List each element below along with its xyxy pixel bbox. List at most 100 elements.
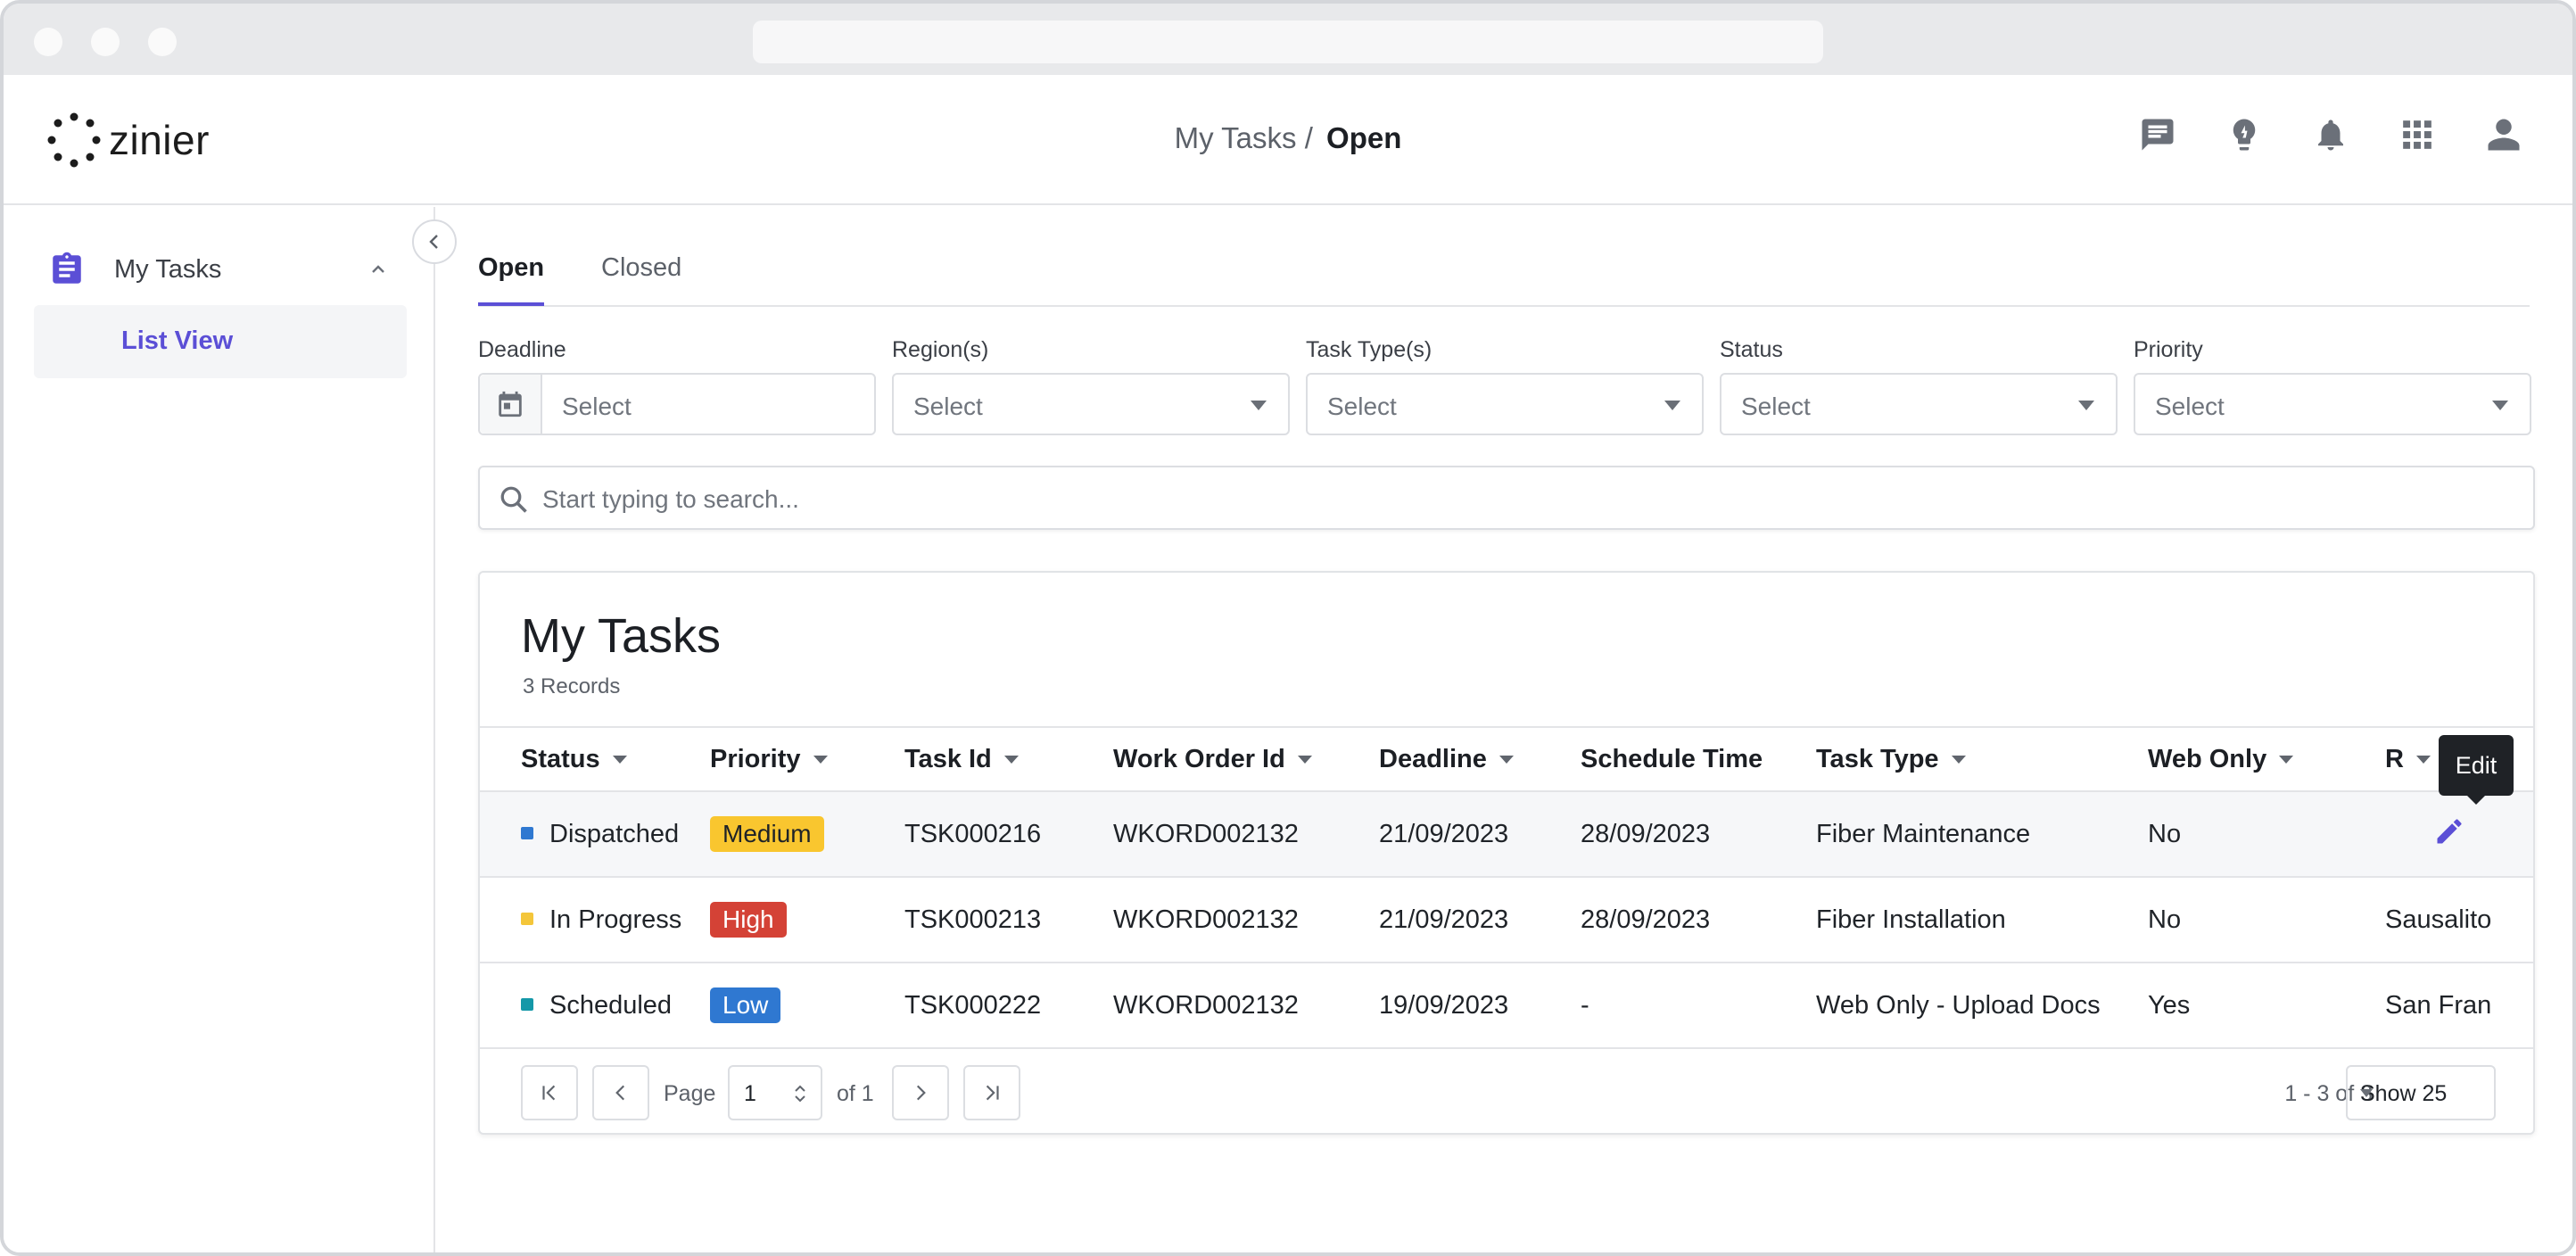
- status-cell: In Progress: [480, 877, 710, 963]
- chevron-up-icon[interactable]: [367, 259, 389, 280]
- work-order-id-cell: WKORD002132: [1113, 905, 1299, 934]
- task-id-cell: TSK000213: [904, 905, 1042, 934]
- app-header: zinier My Tasks / Open: [4, 75, 2572, 205]
- lightbulb-icon[interactable]: [2225, 114, 2263, 155]
- bell-icon[interactable]: [2312, 114, 2349, 155]
- task-type-cell: Fiber Maintenance: [1816, 819, 2031, 848]
- column-header-task-id[interactable]: Task Id: [904, 727, 1113, 791]
- search-input[interactable]: Start typing to search...: [478, 466, 2535, 530]
- address-bar[interactable]: [753, 21, 1823, 63]
- sort-caret-icon[interactable]: [1297, 756, 1312, 764]
- search-placeholder: Start typing to search...: [542, 485, 799, 513]
- priority-cell: Low: [710, 963, 904, 1048]
- regions-select[interactable]: Select: [892, 373, 1290, 435]
- filter-task-types: Task Type(s) Select: [1306, 337, 1704, 435]
- column-header-priority[interactable]: Priority: [710, 727, 904, 791]
- sort-caret-icon[interactable]: [813, 756, 828, 764]
- breadcrumb-current: Open: [1326, 121, 1402, 154]
- header-icon-group: [2139, 114, 2522, 155]
- calendar-icon[interactable]: [480, 375, 542, 434]
- sidebar-group-label: My Tasks: [114, 254, 222, 284]
- previous-page-button[interactable]: [592, 1065, 649, 1120]
- region-cell: Sausalito: [2385, 905, 2492, 934]
- filter-priority: Priority Select: [2134, 337, 2531, 435]
- browser-chrome: [4, 4, 2572, 75]
- sort-caret-icon[interactable]: [1003, 756, 1019, 764]
- task-type-cell: Web Only - Upload Docs: [1816, 990, 2101, 1020]
- column-header-status[interactable]: Status: [480, 727, 710, 791]
- last-page-button[interactable]: [963, 1065, 1020, 1120]
- caret-down-icon: [1664, 401, 1680, 410]
- user-icon[interactable]: [2485, 114, 2522, 155]
- caret-down-icon: [2078, 401, 2094, 410]
- tab-open[interactable]: Open: [478, 253, 545, 306]
- status-select[interactable]: Select: [1720, 373, 2118, 435]
- chat-icon[interactable]: [2139, 114, 2176, 155]
- record-count: 3 Records: [523, 674, 621, 698]
- priority-badge: Low: [710, 987, 781, 1023]
- apps-grid-icon[interactable]: [2398, 114, 2436, 155]
- priority-select[interactable]: Select: [2134, 373, 2531, 435]
- sidebar-item-list-view[interactable]: List View: [34, 305, 407, 378]
- sort-caret-icon[interactable]: [1951, 756, 1966, 764]
- page-size-value: Show 25: [2360, 1081, 2448, 1106]
- table-row[interactable]: In Progress High TSK000213 WKORD002132 2…: [480, 877, 2533, 963]
- column-header-web-only[interactable]: Web Only: [2148, 727, 2385, 791]
- sort-caret-icon[interactable]: [2279, 756, 2294, 764]
- window-maximize-dot[interactable]: [148, 28, 177, 56]
- sidebar: My Tasks List View: [4, 207, 435, 1252]
- window-close-dot[interactable]: [34, 28, 62, 56]
- task-id-cell: TSK000216: [904, 819, 1042, 848]
- column-header-schedule-time: Schedule Time: [1581, 744, 1763, 773]
- task-types-select[interactable]: Select: [1306, 373, 1704, 435]
- pencil-icon: [2437, 819, 2462, 844]
- filter-placeholder: Select: [913, 392, 983, 420]
- search-icon: [500, 486, 527, 513]
- work-order-id-cell: WKORD002132: [1113, 819, 1299, 848]
- status-indicator: [521, 912, 533, 925]
- region-cell: San Fran: [2385, 990, 2492, 1020]
- caret-down-icon: [1251, 401, 1267, 410]
- stepper-arrows-icon[interactable]: [792, 1081, 808, 1106]
- pagination: Page 1 of 1 1 - 3 of 3 Show 25: [480, 1049, 2533, 1133]
- page-number-stepper[interactable]: 1: [728, 1065, 822, 1120]
- filter-placeholder: Select: [1741, 392, 1811, 420]
- filter-placeholder: Select: [1327, 392, 1397, 420]
- breadcrumb-root[interactable]: My Tasks /: [1175, 121, 1313, 154]
- sidebar-group-my-tasks[interactable]: My Tasks: [48, 250, 405, 289]
- deadline-date-picker[interactable]: Select: [478, 373, 876, 435]
- schedule-time-cell: 28/09/2023: [1581, 905, 1711, 934]
- filter-placeholder: Select: [2155, 392, 2225, 420]
- column-header-deadline[interactable]: Deadline: [1379, 727, 1581, 791]
- status-cell: Dispatched: [480, 791, 710, 877]
- sidebar-item-label: List View: [121, 326, 234, 355]
- table-row[interactable]: Dispatched Medium TSK000216 WKORD002132 …: [480, 791, 2533, 877]
- page-size-select[interactable]: Show 25: [2346, 1065, 2496, 1120]
- filter-label: Priority: [2134, 337, 2203, 362]
- row-actions-cell: [2385, 791, 2533, 877]
- tab-closed[interactable]: Closed: [601, 253, 681, 302]
- first-page-icon: [542, 1085, 556, 1101]
- filter-bar: Deadline Select Region(s) Select Task Ty…: [478, 337, 2535, 437]
- page-of-label: of 1: [837, 1081, 874, 1106]
- clipboard-icon: [53, 252, 81, 284]
- sidebar-collapse-button[interactable]: [412, 219, 457, 264]
- column-header-task-type[interactable]: Task Type: [1816, 727, 2148, 791]
- sort-caret-icon[interactable]: [1499, 756, 1514, 764]
- sort-caret-icon[interactable]: [612, 756, 627, 764]
- first-page-button[interactable]: [521, 1065, 578, 1120]
- task-type-cell: Fiber Installation: [1816, 905, 2006, 934]
- schedule-time-cell: -: [1581, 990, 1589, 1020]
- filter-placeholder: Select: [562, 392, 632, 420]
- column-header-work-order-id[interactable]: Work Order Id: [1113, 727, 1379, 791]
- edit-button[interactable]: [2432, 814, 2467, 849]
- window-minimize-dot[interactable]: [91, 28, 120, 56]
- table-row[interactable]: Scheduled Low TSK000222 WKORD002132 19/0…: [480, 963, 2533, 1048]
- next-page-button[interactable]: [892, 1065, 949, 1120]
- schedule-time-cell: 28/09/2023: [1581, 819, 1711, 848]
- sort-caret-icon[interactable]: [2415, 756, 2431, 764]
- filter-status: Status Select: [1720, 337, 2118, 435]
- status-indicator: [521, 997, 533, 1011]
- priority-badge: Medium: [710, 816, 824, 852]
- caret-down-icon: [2360, 1089, 2373, 1097]
